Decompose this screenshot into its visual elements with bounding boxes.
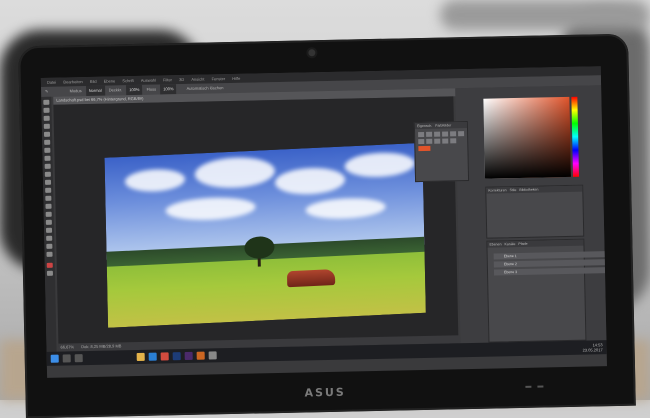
auto-erase-checkbox[interactable]: Automatisch löschen — [187, 85, 224, 91]
pen-tool-icon[interactable] — [45, 211, 52, 217]
menu-item-bearbeiten[interactable]: Bearbeiten — [63, 79, 82, 84]
chrome-icon[interactable] — [160, 352, 169, 361]
tab-korrekturen[interactable]: Korrekturen — [488, 188, 506, 192]
menu-item-bild[interactable]: Bild — [90, 79, 97, 84]
brush-tool-icon[interactable] — [44, 155, 51, 161]
properties-panel: Eigensch. Farbfelder — [413, 121, 470, 183]
fluss-field[interactable]: 100% — [160, 84, 177, 95]
zoom-tool-icon[interactable] — [46, 251, 53, 257]
brush-icon[interactable]: ✎ — [45, 89, 48, 94]
lasso-tool-icon[interactable] — [43, 115, 50, 121]
layers-panel-tabs: Ebenen Kanäle Pfade — [487, 239, 584, 248]
menu-item-schrift[interactable]: Schrift — [122, 78, 133, 83]
tab-stile[interactable]: Stile — [510, 188, 517, 192]
modus-label: Modus — [69, 88, 82, 94]
foreground-color-icon[interactable] — [46, 262, 53, 268]
blur-tool-icon[interactable] — [45, 195, 52, 201]
tab-kanaele[interactable]: Kanäle — [504, 242, 515, 246]
tab-farbfelder[interactable]: Farbfelder — [435, 123, 451, 127]
color-swatch-icon[interactable] — [418, 145, 431, 152]
marquee-tool-icon[interactable] — [43, 107, 50, 113]
photoshop-icon[interactable] — [172, 352, 181, 361]
menu-item-ebene[interactable]: Ebene — [104, 78, 116, 83]
crop-tool-icon[interactable] — [43, 131, 51, 137]
adjust-icon[interactable] — [450, 138, 457, 144]
document-size: Dok: 8,25 MB/28,9 MB — [81, 343, 122, 350]
move-tool-icon[interactable] — [43, 99, 50, 105]
tab-eigenschaften[interactable]: Eigensch. — [417, 124, 432, 128]
adjust-icon[interactable] — [434, 138, 441, 144]
adjust-icon[interactable] — [434, 131, 441, 137]
deckkraft-label: Deckkr. — [108, 87, 123, 93]
tab-bibliotheken[interactable]: Bibliotheken — [519, 188, 538, 192]
quick-mask-icon[interactable] — [46, 270, 53, 276]
taskbar-clock[interactable]: 14:53 23.05.2017 — [582, 342, 603, 353]
landscape-photo — [104, 142, 426, 328]
webcam — [308, 49, 316, 57]
task-view-icon[interactable] — [74, 354, 83, 363]
dodge-tool-icon[interactable] — [45, 203, 52, 209]
layers-panel: Ebenen Kanäle Pfade Ebene 1 Ebene 2 Eben… — [486, 238, 607, 343]
adjust-icon[interactable] — [442, 131, 449, 137]
fluss-label: Fluss — [146, 86, 157, 92]
wall-shelf — [440, 0, 650, 30]
menu-item-hilfe[interactable]: Hilfe — [232, 76, 240, 81]
shape-tool-icon[interactable] — [46, 235, 53, 241]
canvas-area[interactable] — [53, 96, 459, 352]
zoom-level[interactable]: 66,67% — [60, 344, 74, 349]
healing-tool-icon[interactable] — [44, 147, 51, 153]
quick-select-tool-icon[interactable] — [43, 123, 50, 129]
adjust-icon[interactable] — [442, 138, 449, 144]
menu-item-auswahl[interactable]: Auswahl — [141, 78, 156, 83]
color-picker-field[interactable] — [483, 96, 572, 179]
premiere-icon[interactable] — [184, 351, 193, 361]
adjust-icon[interactable] — [450, 131, 457, 137]
tab-ebenen[interactable]: Ebenen — [489, 242, 501, 246]
type-tool-icon[interactable] — [45, 219, 52, 225]
windows-start-icon[interactable] — [50, 354, 59, 363]
laptop-brand-logo: ASUS — [304, 385, 346, 400]
laptop: Datei Bearbeiten Bild Ebene Schrift Ausw… — [18, 33, 636, 418]
search-icon[interactable] — [62, 354, 71, 363]
gradient-tool-icon[interactable] — [45, 187, 52, 193]
modus-select[interactable]: Normal — [85, 85, 105, 97]
menu-item-3d[interactable]: 3D — [179, 77, 184, 82]
status-light — [525, 385, 532, 388]
adjustments-panel-tabs: Korrekturen Stile Bibliotheken — [486, 185, 583, 194]
app-icon[interactable] — [196, 351, 205, 360]
hand-tool-icon[interactable] — [46, 243, 53, 249]
path-select-tool-icon[interactable] — [45, 227, 53, 233]
tab-pfade[interactable]: Pfade — [518, 242, 527, 246]
adjust-icon[interactable] — [458, 131, 465, 137]
properties-icon-grid — [415, 128, 468, 154]
menu-item-datei[interactable]: Datei — [47, 80, 56, 85]
adjust-icon[interactable] — [426, 131, 433, 137]
old-red-car — [286, 269, 336, 288]
app-icon[interactable] — [208, 351, 217, 360]
eyedropper-tool-icon[interactable] — [44, 139, 51, 145]
clock-date: 23.05.2017 — [582, 347, 603, 353]
history-brush-tool-icon[interactable] — [44, 171, 51, 177]
adjust-icon[interactable] — [426, 138, 433, 144]
menu-item-fenster[interactable]: Fenster — [212, 76, 226, 81]
browser-icon[interactable] — [148, 352, 157, 361]
adjustments-panel: Korrekturen Stile Bibliotheken — [485, 184, 585, 239]
adjust-icon[interactable] — [418, 138, 425, 145]
eraser-tool-icon[interactable] — [44, 179, 52, 185]
stamp-tool-icon[interactable] — [44, 163, 51, 169]
status-light — [537, 385, 544, 388]
menu-item-ansicht[interactable]: Ansicht — [191, 77, 204, 82]
laptop-screen: Datei Bearbeiten Bild Ebene Schrift Ausw… — [40, 66, 607, 378]
file-explorer-icon[interactable] — [136, 352, 145, 362]
menu-item-filter[interactable]: Filter — [163, 77, 172, 82]
deckkraft-field[interactable]: 100% — [126, 84, 143, 96]
adjust-icon[interactable] — [418, 131, 425, 138]
